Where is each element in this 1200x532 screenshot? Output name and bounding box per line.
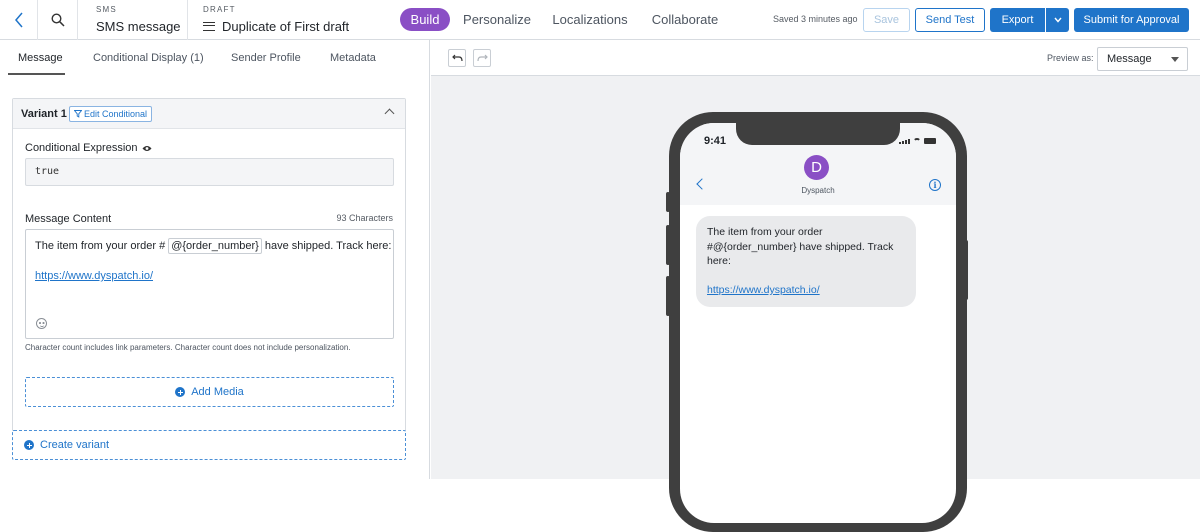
plus-circle-icon bbox=[24, 440, 34, 450]
bubble-link: https://www.dyspatch.io/ bbox=[707, 284, 820, 296]
character-count-hint: Character count includes link parameters… bbox=[25, 343, 351, 352]
message-content-label: Message Content bbox=[25, 213, 112, 225]
nav-tab-personalize[interactable]: Personalize bbox=[460, 8, 534, 31]
editor-tabs: Message Conditional Display (1) Sender P… bbox=[0, 40, 430, 76]
preview-toolbar: Preview as: Message bbox=[431, 40, 1200, 76]
status-time: 9:41 bbox=[704, 135, 727, 147]
edit-conditional-label: Edit Conditional bbox=[84, 109, 148, 119]
send-test-button[interactable]: Send Test bbox=[915, 8, 985, 32]
bubble-line: The item from your order bbox=[707, 226, 823, 238]
submit-for-approval-button[interactable]: Submit for Approval bbox=[1074, 8, 1189, 32]
bubble-line: #@{order_number} have shipped. Track bbox=[707, 240, 894, 253]
undo-button[interactable] bbox=[448, 49, 466, 67]
phone-frame: 9:41 D Dyspatch i The item from your ord… bbox=[669, 112, 967, 532]
export-dropdown-button[interactable] bbox=[1046, 8, 1069, 32]
preview-as-value: Message bbox=[1107, 53, 1152, 65]
status-icons bbox=[899, 138, 936, 144]
character-count: 93 Characters bbox=[336, 213, 393, 223]
top-bar: SMS SMS message DRAFT Duplicate of First… bbox=[0, 0, 1200, 40]
message-bubble: The item from your order #@{order_number… bbox=[696, 216, 916, 307]
chevron-up-icon[interactable] bbox=[384, 108, 395, 119]
info-icon: i bbox=[929, 179, 941, 191]
search-button[interactable] bbox=[38, 0, 78, 40]
template-type: SMS SMS message bbox=[78, 0, 188, 40]
create-variant-label: Create variant bbox=[40, 439, 110, 451]
nav-tab-collaborate[interactable]: Collaborate bbox=[648, 8, 722, 31]
conditional-expression-label: Conditional Expression bbox=[25, 142, 138, 154]
add-media-button[interactable]: Add Media bbox=[25, 377, 394, 407]
nav-tab-localizations[interactable]: Localizations bbox=[550, 8, 630, 31]
tab-sender-profile[interactable]: Sender Profile bbox=[231, 52, 301, 64]
redo-button[interactable] bbox=[473, 49, 491, 67]
filter-icon bbox=[74, 110, 82, 118]
signal-icon bbox=[899, 139, 910, 144]
avatar: D bbox=[804, 155, 829, 180]
draft-status-label: DRAFT bbox=[203, 5, 236, 14]
create-variant-button[interactable]: Create variant bbox=[12, 430, 406, 460]
search-icon bbox=[50, 13, 65, 27]
add-media-label: Add Media bbox=[191, 386, 244, 398]
battery-icon bbox=[924, 138, 936, 144]
plus-circle-icon bbox=[175, 387, 186, 397]
bubble-line: here: bbox=[707, 255, 731, 267]
message-link[interactable]: https://www.dyspatch.io/ bbox=[35, 270, 153, 282]
message-text-before-token: The item from your order # bbox=[35, 240, 166, 252]
conditional-expression-heading: Conditional Expression bbox=[25, 142, 152, 154]
tab-metadata[interactable]: Metadata bbox=[330, 52, 376, 64]
preview-panel: Preview as: Message 9:41 D Dyspatch i Th… bbox=[431, 40, 1200, 532]
phone-screen: 9:41 D Dyspatch i The item from your ord… bbox=[680, 123, 956, 523]
preview-as-label: Preview as: bbox=[1047, 53, 1094, 63]
sender-name: Dyspatch bbox=[801, 186, 835, 195]
tab-conditional-display[interactable]: Conditional Display (1) bbox=[93, 52, 204, 64]
caret-down-icon bbox=[1171, 57, 1179, 62]
nav-tab-build[interactable]: Build bbox=[400, 8, 450, 31]
tab-message[interactable]: Message bbox=[18, 52, 63, 64]
export-button[interactable]: Export bbox=[990, 8, 1045, 32]
undo-icon bbox=[451, 54, 463, 62]
message-content-editor[interactable]: The item from your order # @{order_numbe… bbox=[25, 229, 394, 339]
menu-icon bbox=[203, 22, 215, 31]
template-type-label: SMS bbox=[96, 5, 117, 14]
edit-conditional-button[interactable]: Edit Conditional bbox=[69, 106, 153, 122]
chevron-down-icon bbox=[1053, 17, 1062, 23]
conditional-expression-field[interactable]: true bbox=[25, 158, 394, 186]
variant-card: Variant 1 Edit Conditional Conditional E… bbox=[12, 98, 406, 458]
preview-as-select[interactable]: Message bbox=[1097, 47, 1188, 71]
draft-name: Duplicate of First draft bbox=[222, 19, 350, 34]
eye-icon[interactable] bbox=[142, 145, 152, 152]
phone-notch bbox=[736, 123, 900, 145]
draft-selector[interactable]: DRAFT Duplicate of First draft bbox=[188, 0, 349, 40]
redo-icon bbox=[476, 54, 488, 62]
variant-title: Variant 1 bbox=[21, 108, 67, 120]
active-tab-indicator bbox=[8, 73, 65, 75]
message-text-after-token: have shipped. Track here: bbox=[264, 240, 392, 252]
template-type-value: SMS message bbox=[96, 19, 181, 34]
emoji-icon[interactable] bbox=[36, 318, 47, 329]
personalization-token[interactable]: @{order_number} bbox=[168, 238, 262, 254]
saved-status: Saved 3 minutes ago bbox=[773, 14, 858, 24]
save-button[interactable]: Save bbox=[863, 8, 910, 32]
wifi-icon bbox=[913, 138, 921, 144]
editor-panel: Message Conditional Display (1) Sender P… bbox=[0, 40, 430, 479]
variant-header[interactable]: Variant 1 Edit Conditional bbox=[13, 99, 405, 129]
back-button[interactable] bbox=[0, 0, 38, 40]
chevron-left-icon bbox=[14, 12, 23, 28]
